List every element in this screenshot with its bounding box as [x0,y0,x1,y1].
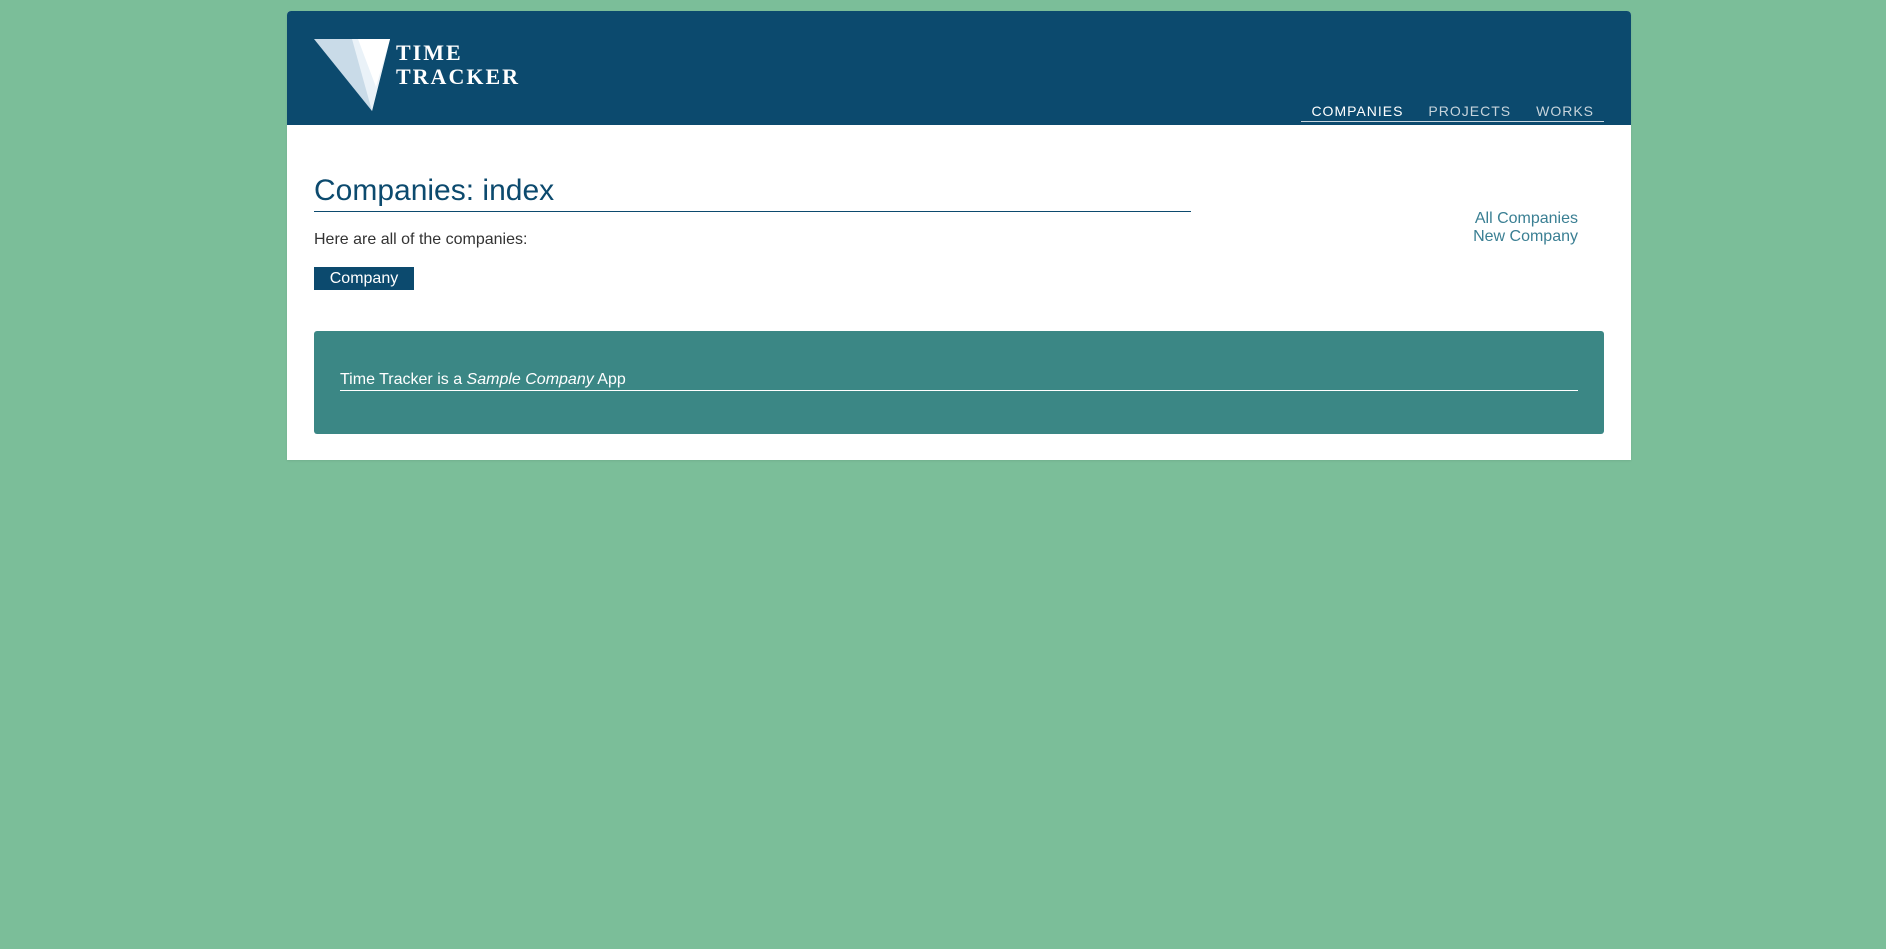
sidebar-links: All Companies New Company [1473,210,1578,246]
logo-triangle-icon [314,39,390,111]
page-container: TIME TRACKER COMPANIES PROJECTS WORKS Co… [287,11,1631,460]
logo-text: TIME TRACKER [396,41,520,89]
company-button[interactable]: Company [314,267,414,290]
logo-line-tracker: TRACKER [396,64,521,89]
nav-works[interactable]: WORKS [1536,101,1594,121]
nav-projects[interactable]: PROJECTS [1428,101,1511,121]
new-company-link[interactable]: New Company [1473,228,1578,246]
footer-prefix: Time Tracker is a [340,371,467,388]
logo-line-time: TIME [396,40,463,65]
footer-text: Time Tracker is a Sample Company App [340,371,1578,391]
intro-text: Here are all of the companies: [314,231,528,248]
nav-companies[interactable]: COMPANIES [1311,101,1403,121]
site-footer: Time Tracker is a Sample Company App [314,331,1604,434]
logo[interactable]: TIME TRACKER [314,37,574,111]
site-header: TIME TRACKER COMPANIES PROJECTS WORKS [287,11,1631,125]
footer-suffix: App [593,371,626,388]
all-companies-link[interactable]: All Companies [1473,210,1578,228]
main-nav: COMPANIES PROJECTS WORKS [1301,101,1604,122]
footer-emphasis: Sample Company [466,371,594,388]
page-title: Companies: index [314,173,1191,212]
